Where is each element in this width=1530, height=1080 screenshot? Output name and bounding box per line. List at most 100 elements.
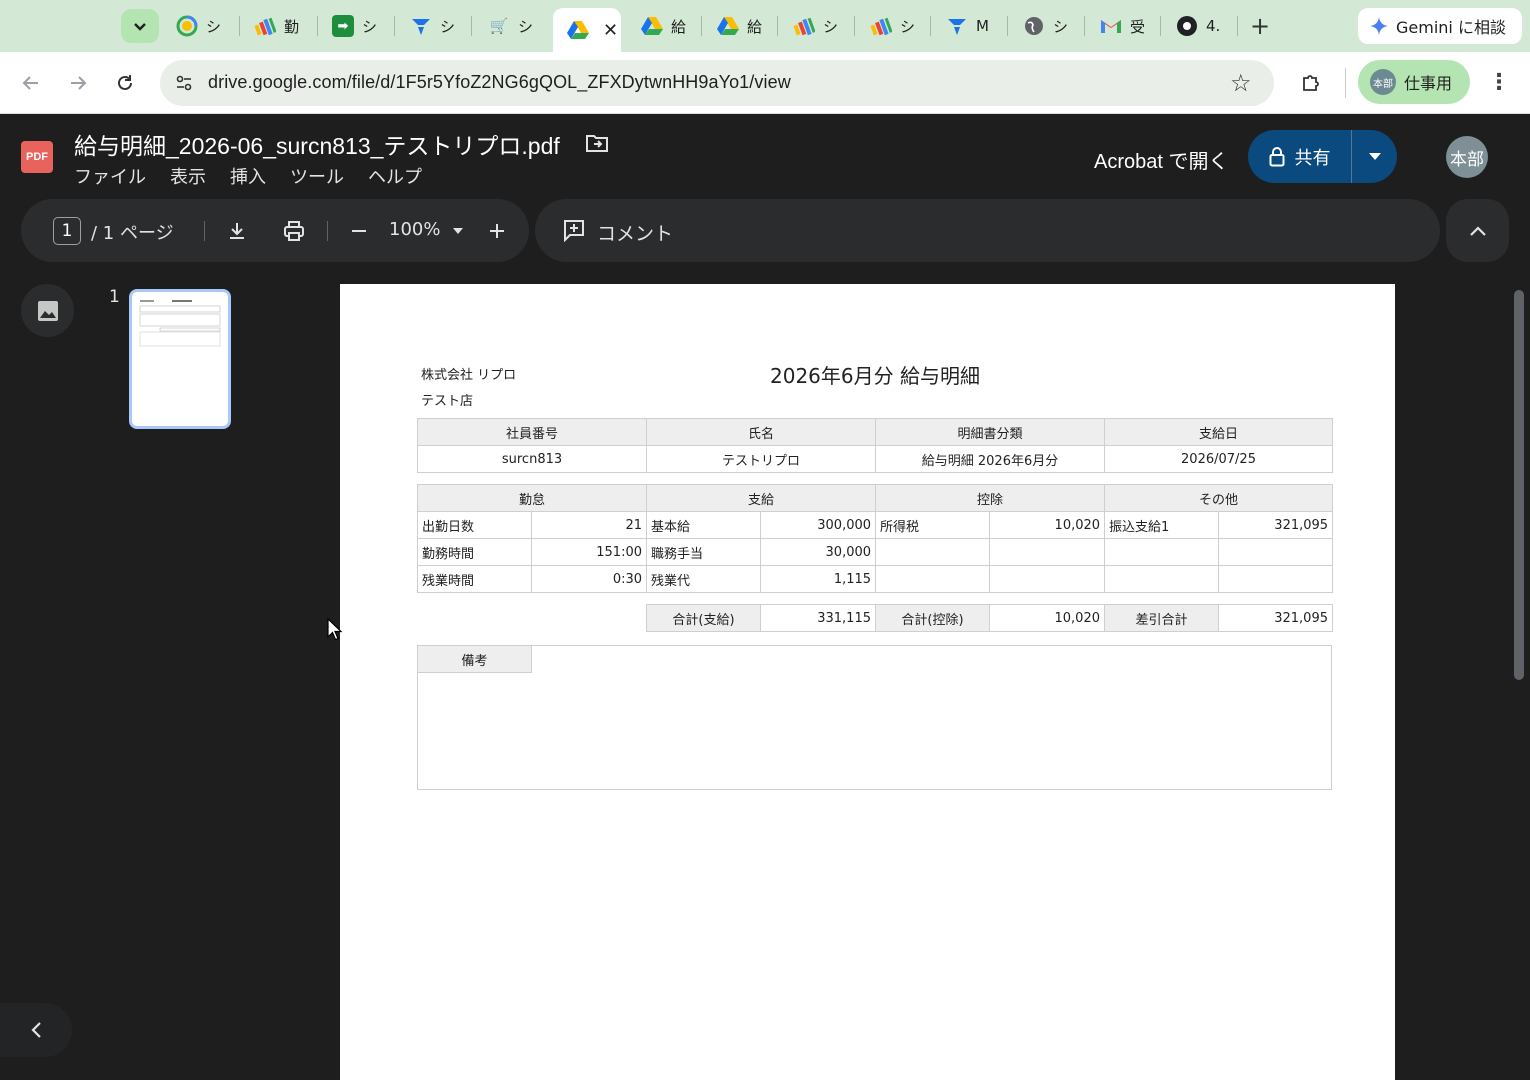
pdf-page: 株式会社 リプロ テスト店 2026年6月分 給与明細 社員番号 氏名 明細書分…	[340, 284, 1395, 1080]
browser-tab[interactable]: 受	[1086, 8, 1145, 44]
header-statement-type: 明細書分類	[875, 418, 1105, 446]
bookmark-star-icon[interactable]: ☆	[1230, 69, 1252, 97]
tab-divider	[1160, 16, 1161, 36]
reload-button[interactable]	[108, 66, 142, 100]
google-drive-icon	[717, 15, 739, 37]
share-dropdown[interactable]	[1352, 152, 1397, 161]
menu-file[interactable]: ファイル	[74, 163, 146, 189]
profile-chip[interactable]: 本部 仕事用	[1358, 60, 1470, 104]
browser-tab[interactable]: 勤	[240, 8, 299, 44]
more-vert-icon: ⋮	[1488, 70, 1510, 95]
chevron-down-icon	[134, 23, 146, 31]
drive-header: PDF 給与明細_2026-06_surcn813_テストリプロ.pdf ファイ…	[0, 115, 1530, 195]
browser-tab[interactable]: 4.	[1162, 8, 1220, 44]
zoom-level[interactable]: 100%	[389, 219, 440, 240]
account-avatar[interactable]: 本部	[1446, 136, 1488, 178]
tab-label: 4.	[1206, 17, 1221, 35]
total-pay-label: 合計(支給)	[646, 604, 761, 632]
page-thumbnail[interactable]	[129, 289, 231, 429]
forward-button[interactable]	[61, 66, 95, 100]
image-button[interactable]	[21, 284, 74, 337]
browser-tab[interactable]: シ	[1009, 8, 1068, 44]
tab-search-button[interactable]	[121, 9, 159, 43]
address-bar[interactable]: drive.google.com/file/d/1F5r5YfoZ2NG6gQO…	[160, 60, 1274, 106]
net-total-label: 差引合計	[1104, 604, 1219, 632]
row-label: 振込支給1	[1104, 511, 1220, 539]
row-value	[1218, 565, 1334, 593]
row-value: 0:30	[530, 565, 648, 593]
file-title: 給与明細_2026-06_surcn813_テストリプロ.pdf	[74, 133, 560, 159]
share-main[interactable]: 共有	[1248, 130, 1352, 183]
zoom-out-button[interactable]	[343, 215, 375, 247]
row-label	[1104, 538, 1220, 566]
browser-tab-active[interactable]: ✕	[553, 8, 621, 52]
totals-table: 合計(支給) 331,115 合計(控除) 10,020 差引合計 321,09…	[646, 604, 1333, 632]
row-label: 残業代	[646, 565, 762, 593]
mouse-pointer-icon	[327, 617, 343, 646]
collapse-sidebar-button[interactable]	[0, 1003, 72, 1057]
lock-icon	[1269, 146, 1284, 166]
browser-tab[interactable]: シ	[396, 8, 455, 44]
browser-tab[interactable]: 給	[627, 8, 686, 44]
download-button[interactable]	[221, 215, 253, 247]
browser-tab[interactable]: 給	[703, 8, 762, 44]
browser-tab[interactable]: 🛒 シ	[474, 8, 533, 44]
toolbar-divider	[1345, 68, 1346, 98]
share-button[interactable]: 共有	[1248, 130, 1397, 183]
vertical-scrollbar[interactable]	[1514, 290, 1524, 680]
browser-menu-button[interactable]: ⋮	[1482, 66, 1516, 100]
menu-view[interactable]: 表示	[170, 163, 206, 189]
row-value: 321,095	[1218, 511, 1334, 539]
globe-icon	[1023, 15, 1045, 37]
chevron-left-icon	[31, 1022, 41, 1038]
arrow-right-icon	[71, 76, 87, 90]
browser-tab[interactable]: M	[932, 8, 989, 44]
browser-tab[interactable]: シ	[162, 8, 221, 44]
header-pay-date: 支給日	[1104, 418, 1333, 446]
comment-button[interactable]: コメント	[535, 199, 1440, 262]
row-label: 基本給	[646, 511, 762, 539]
new-tab-button[interactable]: +	[1246, 12, 1274, 40]
back-button[interactable]	[14, 66, 48, 100]
zoom-in-button[interactable]	[481, 215, 513, 247]
browser-tab[interactable]: ➡ シ	[318, 8, 377, 44]
page-number-input[interactable]: 1	[53, 217, 81, 245]
table-row: 合計(支給) 331,115 合計(控除) 10,020 差引合計 321,09…	[646, 604, 1333, 632]
menu-insert[interactable]: 挿入	[230, 163, 266, 189]
net-total-value: 321,095	[1218, 604, 1333, 632]
header-name: 氏名	[646, 418, 876, 446]
download-icon	[230, 223, 244, 239]
collapse-toolbar-button[interactable]	[1446, 199, 1509, 262]
table-row: 出勤日数 21 基本給 300,000 所得税 10,020 振込支給1 321…	[417, 511, 1334, 539]
row-value: 30,000	[760, 538, 877, 566]
zoom-dropdown[interactable]	[442, 215, 474, 247]
pdf-toolbar: 1 / 1 ページ 100%	[21, 199, 529, 262]
minus-icon	[352, 230, 366, 232]
menu-tools[interactable]: ツール	[290, 163, 344, 189]
browser-tab[interactable]: シ	[779, 8, 838, 44]
plus-icon: +	[1249, 12, 1271, 40]
row-value: 300,000	[760, 511, 877, 539]
gemini-button[interactable]: Gemini に相談	[1358, 8, 1522, 44]
move-to-folder-icon[interactable]	[585, 132, 609, 158]
tab-close-icon[interactable]: ✕	[603, 20, 618, 41]
caret-down-icon	[1368, 152, 1381, 160]
google-photos-icon	[176, 15, 198, 37]
tab-label: 給	[671, 17, 687, 36]
site-settings-icon[interactable]	[172, 71, 196, 95]
share-label: 共有	[1294, 147, 1331, 169]
row-value: 151:00	[530, 538, 648, 566]
gmail-icon	[1100, 15, 1122, 37]
extensions-button[interactable]	[1294, 66, 1328, 100]
browser-tab[interactable]: シ	[856, 8, 915, 44]
menu-help[interactable]: ヘルプ	[368, 163, 422, 189]
tab-strip: シ 勤 ➡ シ シ 🛒 シ ✕ 給 給 シ シ M シ 受 4. + Gemin…	[0, 0, 1530, 52]
tab-label: シ	[518, 17, 534, 36]
tab-divider	[471, 16, 472, 36]
print-button[interactable]	[278, 215, 310, 247]
url-text: drive.google.com/file/d/1F5r5YfoZ2NG6gQO…	[208, 72, 791, 92]
tab-divider	[854, 16, 855, 36]
open-with-acrobat-button[interactable]: Acrobat で開く	[1094, 145, 1228, 174]
tab-divider	[1237, 16, 1238, 36]
tab-label: シ	[440, 17, 456, 36]
